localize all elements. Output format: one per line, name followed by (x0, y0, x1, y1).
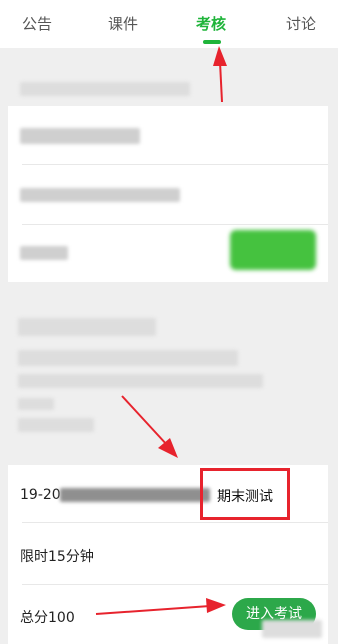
annotation-arrows (95, 46, 227, 615)
exam-page: 公告 课件 考核 讨论 19-20 期末测试 限时15分钟 总分100 进入考试 (0, 0, 338, 644)
arrow-up-icon (213, 46, 227, 103)
arrow-right-icon (95, 598, 226, 615)
arrow-down-right-icon (121, 395, 178, 458)
